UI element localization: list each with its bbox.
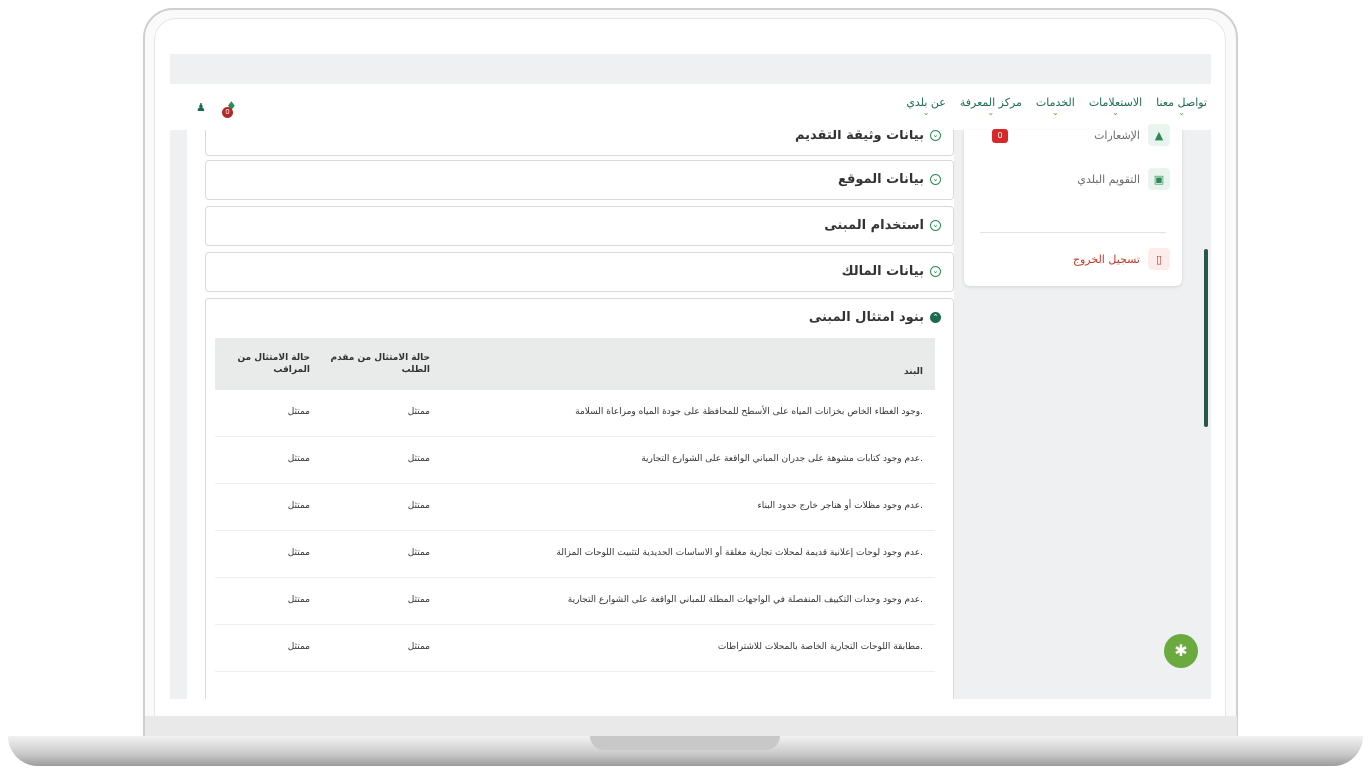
logout-icon: ▯ <box>1148 248 1170 270</box>
sidebar-calendar-label: التقويم البلدي <box>1077 172 1140 186</box>
cell-inspector-status: ممتثل <box>287 407 310 417</box>
panel-building-compliance: ⌃ بنود امتثال المبنى البند حالة الامتثال… <box>205 298 954 699</box>
table-row: وجود الغطاء الخاص بخزانات المياه على الأ… <box>215 390 935 437</box>
cell-applicant-status: ممتثل <box>407 501 430 511</box>
chevron-down-icon: ⌄ <box>930 266 941 277</box>
column-header-applicant-status: حالة الامتثال من مقدم الطلب <box>330 353 430 375</box>
calendar-icon: ▣ <box>1148 168 1170 190</box>
chevron-down-icon: ⌄ <box>1112 108 1119 117</box>
cell-inspector-status: ممتثل <box>287 454 310 464</box>
cell-applicant-status: ممتثل <box>407 548 430 558</box>
cell-item: عدم وجود لوحات إعلانية قديمة لمحلات تجار… <box>556 548 923 558</box>
panel-title: ⌄ استخدام المبنى <box>824 218 941 233</box>
chevron-up-icon: ⌃ <box>930 312 941 323</box>
nav-knowledge-center[interactable]: مركز المعرفة ⌄ <box>960 96 1022 117</box>
table-header: البند حالة الامتثال من مقدم الطلب حالة ا… <box>215 338 935 390</box>
sidebar-divider <box>980 232 1166 233</box>
table-row: عدم وجود لوحات إعلانية قديمة لمحلات تجار… <box>215 531 935 578</box>
chevron-down-icon: ⌄ <box>922 108 930 117</box>
cell-applicant-status: ممتثل <box>407 642 430 652</box>
panel-title-label: بيانات المالك <box>841 264 924 279</box>
cell-inspector-status: ممتثل <box>287 548 310 558</box>
chevron-down-icon: ⌄ <box>1052 108 1059 117</box>
chevron-down-icon: ⌄ <box>987 108 995 117</box>
cell-item: عدم وجود وحدات التكييف المنفصلة في الواج… <box>567 595 923 605</box>
panel-title-label: بيانات وثيقة التقديم <box>794 130 924 143</box>
panel-submission-document[interactable]: ⌄ بيانات وثيقة التقديم <box>205 130 954 156</box>
cell-item: وجود الغطاء الخاص بخزانات المياه على الأ… <box>575 407 923 417</box>
table-row: عدم وجود مظلات أو هناجر خارج حدود البناء… <box>215 484 935 531</box>
sidebar-notifications-label: الإشعارات <box>1094 128 1140 142</box>
top-navigation-bar: عن بلدي ⌄ مركز المعرفة ⌄ الخدمات ⌄ الاستعلا… <box>170 84 1211 130</box>
compliance-table: البند حالة الامتثال من مقدم الطلب حالة ا… <box>215 338 935 672</box>
bell-icon: ▲ <box>1148 124 1170 146</box>
notifications-button[interactable]: ♦ 0 <box>222 99 242 121</box>
cell-applicant-status: ممتثل <box>407 595 430 605</box>
table-row: مطابقة اللوحات التجارية الخاصة بالمحلات … <box>215 625 935 672</box>
chevron-down-icon: ⌄ <box>1178 108 1185 117</box>
cell-item: عدم وجود مظلات أو هناجر خارج حدود البناء… <box>757 501 923 511</box>
nav-contact[interactable]: تواصل معنا ⌄ <box>1156 96 1207 117</box>
accessibility-icon: ✱ <box>1174 641 1188 660</box>
table-row: عدم وجود وحدات التكييف المنفصلة في الواج… <box>215 578 935 625</box>
panel-title: ⌄ بيانات وثيقة التقديم <box>795 130 941 143</box>
user-sidebar: ▲ الإشعارات 0 ▣ التقويم البلدي ▯ تسجيل ا… <box>964 124 1182 286</box>
table-row: عدم وجود كتابات مشوهة على جدران المباني … <box>215 437 935 484</box>
cell-inspector-status: ممتثل <box>287 501 310 511</box>
cell-item: عدم وجود كتابات مشوهة على جدران المباني … <box>641 454 923 464</box>
notification-count-badge: 0 <box>222 107 233 118</box>
panel-title: ⌄ بيانات الموقع <box>838 172 941 187</box>
chevron-down-icon: ⌄ <box>930 220 941 231</box>
nav-inquiries[interactable]: الاستعلامات ⌄ <box>1089 96 1142 117</box>
sidebar-item-logout[interactable]: ▯ تسجيل الخروج <box>1073 248 1170 270</box>
nav-about[interactable]: عن بلدي ⌄ <box>906 96 946 117</box>
laptop-notch <box>590 736 780 750</box>
chevron-down-icon: ⌄ <box>930 174 941 185</box>
user-icon[interactable]: ♟ <box>196 101 206 114</box>
panel-location[interactable]: ⌄ بيانات الموقع <box>205 160 954 200</box>
cell-applicant-status: ممتثل <box>407 407 430 417</box>
panel-title-label: استخدام المبنى <box>824 218 924 233</box>
main-nav: عن بلدي ⌄ مركز المعرفة ⌄ الخدمات ⌄ الاستعلا… <box>906 96 1207 117</box>
panel-building-use[interactable]: ⌄ استخدام المبنى <box>205 206 954 246</box>
panel-title: ⌄ بيانات المالك <box>842 264 941 279</box>
sidebar-logout-label: تسجيل الخروج <box>1072 252 1140 266</box>
accessibility-button[interactable]: ✱ <box>1164 634 1198 668</box>
cell-inspector-status: ممتثل <box>287 595 310 605</box>
nav-services[interactable]: الخدمات ⌄ <box>1036 96 1075 117</box>
main-content: ⌄ بيانات وثيقة التقديم ⌄ بيانات الموقع ⌄… <box>187 130 954 699</box>
column-header-item: البند <box>903 367 923 377</box>
screen: عن بلدي ⌄ مركز المعرفة ⌄ الخدمات ⌄ الاستعلا… <box>170 54 1211 699</box>
sidebar-notifications-badge: 0 <box>992 129 1008 143</box>
cell-inspector-status: ممتثل <box>287 642 310 652</box>
sidebar-item-notifications[interactable]: ▲ الإشعارات <box>1094 124 1170 146</box>
cell-item: مطابقة اللوحات التجارية الخاصة بالمحلات … <box>717 642 923 652</box>
panel-title-label: بيانات الموقع <box>837 172 924 187</box>
compliance-panel-header[interactable]: ⌃ بنود امتثال المبنى <box>809 310 941 325</box>
cell-applicant-status: ممتثل <box>407 454 430 464</box>
panel-owner[interactable]: ⌄ بيانات المالك <box>205 252 954 292</box>
sidebar-item-calendar[interactable]: ▣ التقويم البلدي <box>1077 168 1170 190</box>
chevron-down-icon: ⌄ <box>930 130 941 141</box>
column-header-inspector-status: حالة الامتثال من المراقب <box>237 353 310 375</box>
laptop-bezel-bottom <box>145 716 1237 736</box>
page-scrollbar[interactable] <box>1204 249 1208 427</box>
compliance-title: بنود امتثال المبنى <box>808 310 924 325</box>
